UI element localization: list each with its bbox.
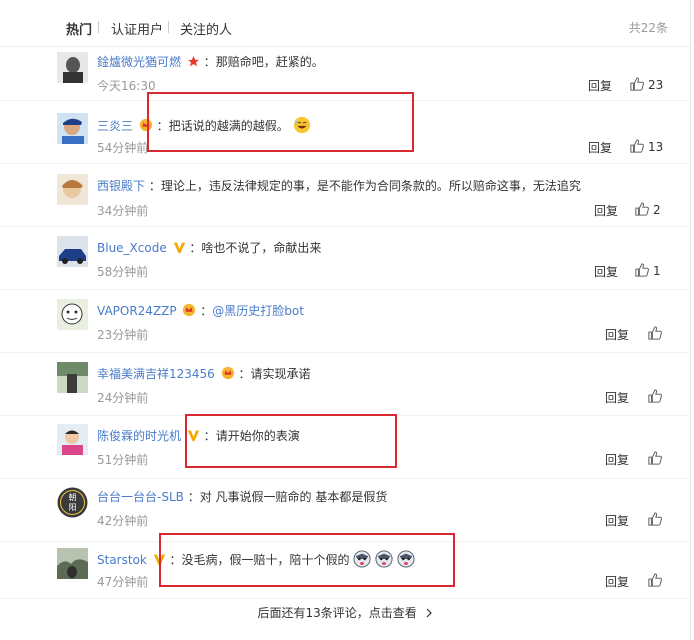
thumbs-up-icon[interactable] bbox=[648, 573, 662, 590]
thumbs-up-icon[interactable] bbox=[648, 326, 662, 343]
thumbs-up-icon[interactable] bbox=[648, 389, 662, 406]
reply-button[interactable]: 回复 bbox=[605, 389, 629, 406]
comment-item: Blue_Xcode ：啥也不说了，命献出来 58分钟前 回复 1 bbox=[0, 227, 690, 290]
like-count: 13 bbox=[648, 140, 664, 154]
avatar[interactable] bbox=[57, 424, 88, 455]
crown-icon bbox=[221, 366, 235, 383]
reply-button[interactable]: 回复 bbox=[605, 451, 629, 468]
thumbs-up-icon[interactable] bbox=[630, 77, 644, 94]
comment-time: 54分钟前 bbox=[97, 141, 149, 155]
thumbs-up-icon[interactable] bbox=[630, 139, 644, 156]
comment-total: 共22条 bbox=[628, 21, 668, 35]
comment-item: VAPOR24ZZP ：@黑历史打脸bot 23分钟前 回复 bbox=[0, 290, 690, 353]
comment-time: 24分钟前 bbox=[97, 391, 149, 405]
reply-button[interactable]: 回复 bbox=[594, 202, 618, 219]
comment-time: 34分钟前 bbox=[97, 204, 149, 218]
avatar[interactable] bbox=[57, 362, 88, 393]
avatar[interactable] bbox=[57, 548, 88, 579]
comment-text: 理论上，违反法律规定的事，是不能作为合同条款的。所以赔命这事，无法追究 bbox=[160, 179, 581, 193]
highlight-box bbox=[159, 533, 455, 587]
comment-text: 请实现承诺 bbox=[250, 367, 311, 381]
verified-v-icon bbox=[173, 241, 186, 257]
highlight-box bbox=[147, 92, 414, 152]
reply-button[interactable]: 回复 bbox=[605, 326, 629, 343]
crown-icon bbox=[182, 303, 196, 320]
reply-button[interactable]: 回复 bbox=[588, 77, 612, 94]
reply-button[interactable]: 回复 bbox=[605, 512, 629, 529]
load-more-text: 后面还有13条评论，点击查看 bbox=[257, 606, 417, 620]
like-count: 2 bbox=[653, 203, 661, 217]
highlight-box bbox=[185, 414, 397, 468]
username[interactable]: 幸福美满吉祥123456 bbox=[97, 367, 215, 381]
svg-text:朝: 朝 bbox=[69, 493, 77, 502]
comment-time: 42分钟前 bbox=[97, 514, 149, 528]
comment-tabs: 热门 认证用户 关注的人 共22条 bbox=[0, 0, 690, 47]
thumbs-up-icon[interactable] bbox=[635, 263, 649, 280]
like-count: 1 bbox=[653, 264, 661, 278]
reply-button[interactable]: 回复 bbox=[605, 573, 629, 590]
username[interactable]: VAPOR24ZZP bbox=[97, 304, 177, 318]
comment-panel: 热门 认证用户 关注的人 共22条 鍂爐微光猶可燃 ：那赔命吧，赶紧的。 今天1… bbox=[0, 0, 691, 640]
thumbs-up-icon[interactable] bbox=[648, 451, 662, 468]
red-star-icon bbox=[187, 55, 200, 71]
comment-time: 51分钟前 bbox=[97, 453, 149, 467]
username[interactable]: 台台一台台-SLB bbox=[97, 490, 184, 504]
comment-time: 23分钟前 bbox=[97, 328, 149, 342]
username[interactable]: 西银殿下 bbox=[97, 179, 145, 193]
avatar[interactable] bbox=[57, 113, 88, 144]
comment-text: 那赔命吧，赶紧的。 bbox=[215, 55, 324, 69]
load-more-link[interactable]: 后面还有13条评论，点击查看 bbox=[0, 604, 690, 621]
thumbs-up-icon[interactable] bbox=[635, 202, 649, 219]
username[interactable]: 鍂爐微光猶可燃 bbox=[97, 55, 181, 69]
reply-button[interactable]: 回复 bbox=[588, 139, 612, 156]
username[interactable]: 陈俊霖的时光机 bbox=[97, 429, 181, 443]
avatar[interactable] bbox=[57, 52, 88, 83]
comment-time: 58分钟前 bbox=[97, 265, 149, 279]
comment-text: 对 凡事说假一赔命的 基本都是假货 bbox=[199, 490, 388, 504]
chevron-right-icon bbox=[425, 607, 433, 621]
tab-divider bbox=[98, 21, 99, 33]
comment-text: 啥也不说了，命献出来 bbox=[201, 241, 322, 255]
username[interactable]: 三炎三 bbox=[97, 119, 133, 133]
comment-item: 幸福美满吉祥123456 ：请实现承诺 24分钟前 回复 bbox=[0, 353, 690, 416]
username[interactable]: Starstok bbox=[97, 553, 147, 567]
tab-verified-users[interactable]: 认证用户 bbox=[111, 19, 163, 38]
tab-divider bbox=[168, 21, 169, 33]
tab-following[interactable]: 关注的人 bbox=[180, 19, 232, 38]
reply-button[interactable]: 回复 bbox=[594, 263, 618, 280]
comment-mention[interactable]: @黑历史打脸bot bbox=[212, 304, 304, 318]
like-count: 23 bbox=[648, 78, 664, 92]
avatar[interactable] bbox=[57, 299, 88, 330]
thumbs-up-icon[interactable] bbox=[648, 512, 662, 529]
avatar[interactable] bbox=[57, 174, 88, 205]
avatar[interactable]: 朝阳 bbox=[57, 487, 88, 518]
username[interactable]: Blue_Xcode bbox=[97, 241, 167, 255]
comment-item: 西银殿下 ：理论上，违反法律规定的事，是不能作为合同条款的。所以赔命这事，无法追… bbox=[0, 164, 690, 227]
avatar[interactable] bbox=[57, 236, 88, 267]
tab-hot[interactable]: 热门 bbox=[66, 19, 92, 38]
comment-time: 47分钟前 bbox=[97, 575, 149, 589]
svg-text:阳: 阳 bbox=[69, 503, 77, 512]
